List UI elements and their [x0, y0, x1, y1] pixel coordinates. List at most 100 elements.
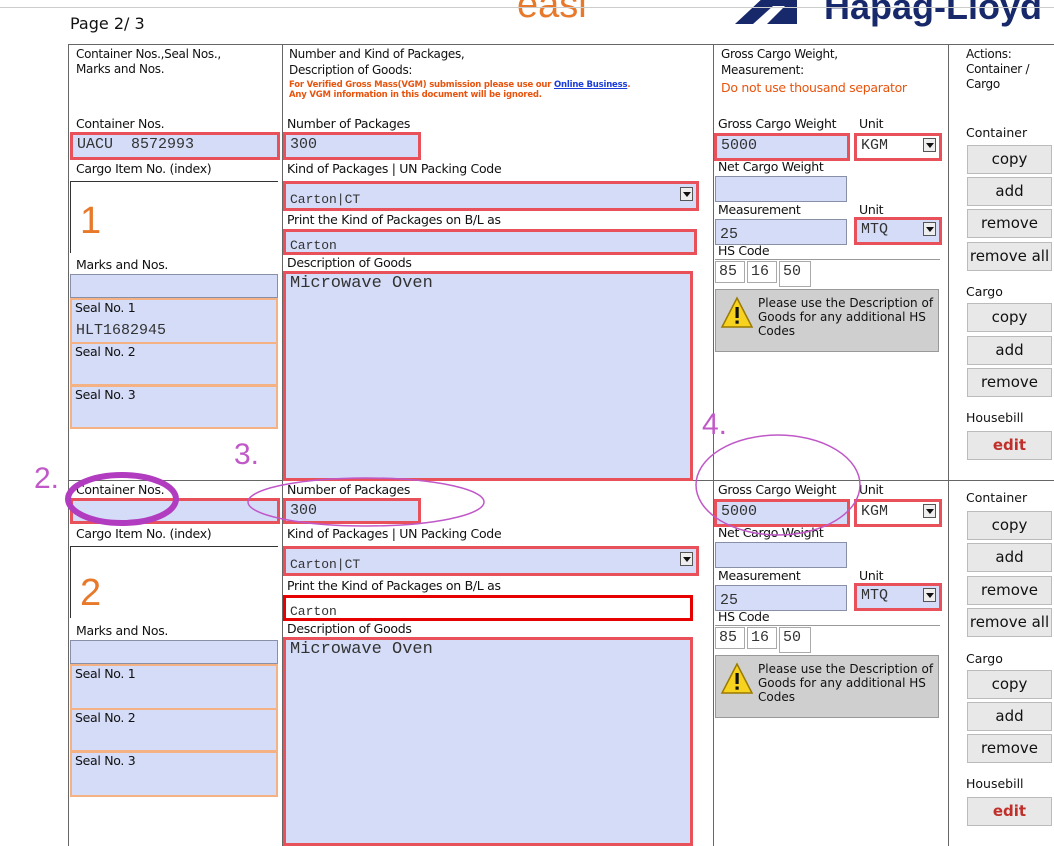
- container-remove-all-button[interactable]: remove all: [967, 608, 1052, 637]
- chevron-down-icon[interactable]: [680, 187, 693, 201]
- thousand-sep-warning: Do not use thousand separator: [721, 80, 907, 95]
- cargo-remove-button[interactable]: remove: [967, 734, 1052, 763]
- cargo-index: 2: [80, 572, 102, 614]
- num-packages-label: Number of Packages: [287, 116, 411, 131]
- hapag-lloyd-logo-mark: [735, 0, 797, 24]
- seal3-label: Seal No. 3: [75, 753, 136, 768]
- marks-label: Marks and Nos.: [76, 623, 169, 638]
- container-no-field[interactable]: UACU 8572993: [70, 132, 280, 160]
- measurement-field[interactable]: 25: [715, 219, 847, 245]
- desc-goods-field[interactable]: Microwave Oven: [283, 637, 693, 846]
- vgm-warning-text: For Verified Gross Mass(VGM) submission …: [289, 80, 552, 90]
- annotation-circle-container: [65, 472, 179, 526]
- hs-note: Please use the Description of Goods for …: [715, 289, 939, 352]
- hs-code-part-3[interactable]: 50: [779, 261, 811, 287]
- hs-note: Please use the Description of Goods for …: [715, 655, 939, 718]
- seal2-label-front: Seal No. 2: [75, 344, 136, 359]
- hs-code-line: [715, 625, 940, 626]
- measure-unit-value: MTQ: [861, 587, 889, 604]
- hs-code-part-1[interactable]: 85: [715, 261, 745, 283]
- housebill-edit-button[interactable]: edit: [967, 797, 1052, 826]
- seal2-label: Seal No. 2: [75, 710, 136, 725]
- measure-unit-select[interactable]: MTQ: [854, 217, 942, 245]
- weight-unit-select[interactable]: KGM: [854, 133, 942, 161]
- desc-goods-label: Description of Goods: [287, 255, 412, 270]
- annotation-3: 3.: [234, 438, 260, 471]
- warning-icon: [720, 296, 754, 328]
- cargo-add-button[interactable]: add: [967, 702, 1052, 731]
- chevron-down-icon[interactable]: [923, 222, 936, 236]
- chevron-down-icon[interactable]: [923, 138, 936, 152]
- hs-code-label: HS Code: [718, 243, 770, 258]
- container-remove-button[interactable]: remove: [967, 576, 1052, 605]
- print-kind-field[interactable]: Carton: [283, 229, 697, 255]
- hs-note-text: Please use the Description of Goods for …: [758, 296, 934, 338]
- weight-unit-value: KGM: [861, 503, 889, 520]
- print-kind-field[interactable]: Carton: [283, 595, 693, 621]
- cargo-copy-button[interactable]: copy: [967, 303, 1052, 332]
- weight-unit-select[interactable]: KGM: [854, 499, 942, 527]
- annotation-2: 2.: [34, 462, 60, 495]
- measurement-field[interactable]: 25: [715, 585, 847, 611]
- net-weight-field[interactable]: [715, 176, 847, 202]
- container-remove-button[interactable]: remove: [967, 209, 1052, 238]
- kind-packages-label: Kind of Packages | UN Packing Code: [287, 161, 502, 176]
- print-kind-label: Print the Kind of Packages on B/L as: [287, 212, 501, 227]
- col-divider-4: [948, 44, 949, 846]
- cargo-item-label: Cargo Item No. (index): [76, 161, 212, 176]
- chevron-down-icon[interactable]: [923, 504, 936, 518]
- annotation-circle-packages: [247, 477, 485, 527]
- hapag-lloyd-logo: Hapag-Lloyd: [824, 0, 1043, 27]
- measure-unit-value: MTQ: [861, 221, 889, 238]
- container-copy-button[interactable]: copy: [967, 145, 1052, 174]
- hs-code-part-3[interactable]: 50: [779, 627, 811, 653]
- cargo-index: 1: [80, 200, 102, 242]
- desc-goods-field[interactable]: Microwave Oven: [283, 271, 693, 481]
- cargo-remove-button[interactable]: remove: [967, 368, 1052, 397]
- online-business-link[interactable]: Online Business: [554, 80, 628, 90]
- container-remove-all-button[interactable]: remove all: [967, 242, 1052, 271]
- chevron-down-icon[interactable]: [923, 588, 936, 602]
- container-nos-label: Container Nos.: [76, 116, 165, 131]
- header-line: [68, 44, 1054, 45]
- gross-weight-label: Gross Cargo Weight: [718, 116, 837, 131]
- cargo-copy-button[interactable]: copy: [967, 670, 1052, 699]
- cargo-add-button[interactable]: add: [967, 336, 1052, 365]
- cargo-index-box: [70, 546, 278, 618]
- measure-unit-select[interactable]: MTQ: [854, 583, 942, 611]
- desc-goods-label: Description of Goods: [287, 621, 412, 636]
- container-add-button[interactable]: add: [967, 177, 1052, 206]
- col3-header-1: Gross Cargo Weight,: [721, 47, 838, 61]
- housebill-edit-button[interactable]: edit: [967, 431, 1052, 460]
- annotation-circle-weight: [695, 434, 861, 536]
- measure-unit-label: Unit: [859, 568, 884, 583]
- hs-code-part-2[interactable]: 16: [747, 261, 777, 283]
- col-divider-1: [68, 44, 69, 846]
- housebill-label: Housebill: [966, 410, 1024, 425]
- net-weight-field[interactable]: [715, 542, 847, 568]
- kind-packages-select[interactable]: Carton|CT: [283, 181, 699, 211]
- marks-field[interactable]: [70, 274, 278, 298]
- col2-header-1: Number and Kind of Packages,: [289, 47, 465, 61]
- container-add-button[interactable]: add: [967, 543, 1052, 572]
- cargo-actions-label: Cargo: [966, 651, 1003, 666]
- hs-code-part-2[interactable]: 16: [747, 627, 777, 649]
- marks-field[interactable]: [70, 640, 278, 664]
- net-weight-label: Net Cargo Weight: [718, 159, 824, 174]
- seal1-label-front: Seal No. 1: [75, 300, 136, 315]
- kind-packages-select[interactable]: Carton|CT: [283, 546, 699, 576]
- gross-weight-field[interactable]: 5000: [714, 133, 850, 161]
- hs-note-text: Please use the Description of Goods for …: [758, 662, 934, 704]
- container-actions-label: Container: [966, 125, 1028, 140]
- cargo-index-box: [70, 181, 278, 253]
- vgm-warning-text-2: Any VGM information in this document wil…: [289, 90, 542, 100]
- chevron-down-icon[interactable]: [680, 552, 693, 566]
- num-packages-field[interactable]: 300: [283, 132, 421, 160]
- container-copy-button[interactable]: copy: [967, 511, 1052, 540]
- warning-icon: [720, 662, 754, 694]
- cargo-actions-label: Cargo: [966, 284, 1003, 299]
- print-kind-label: Print the Kind of Packages on B/L as: [287, 578, 501, 593]
- housebill-label: Housebill: [966, 776, 1024, 791]
- unit-label: Unit: [859, 116, 884, 131]
- hs-code-part-1[interactable]: 85: [715, 627, 745, 649]
